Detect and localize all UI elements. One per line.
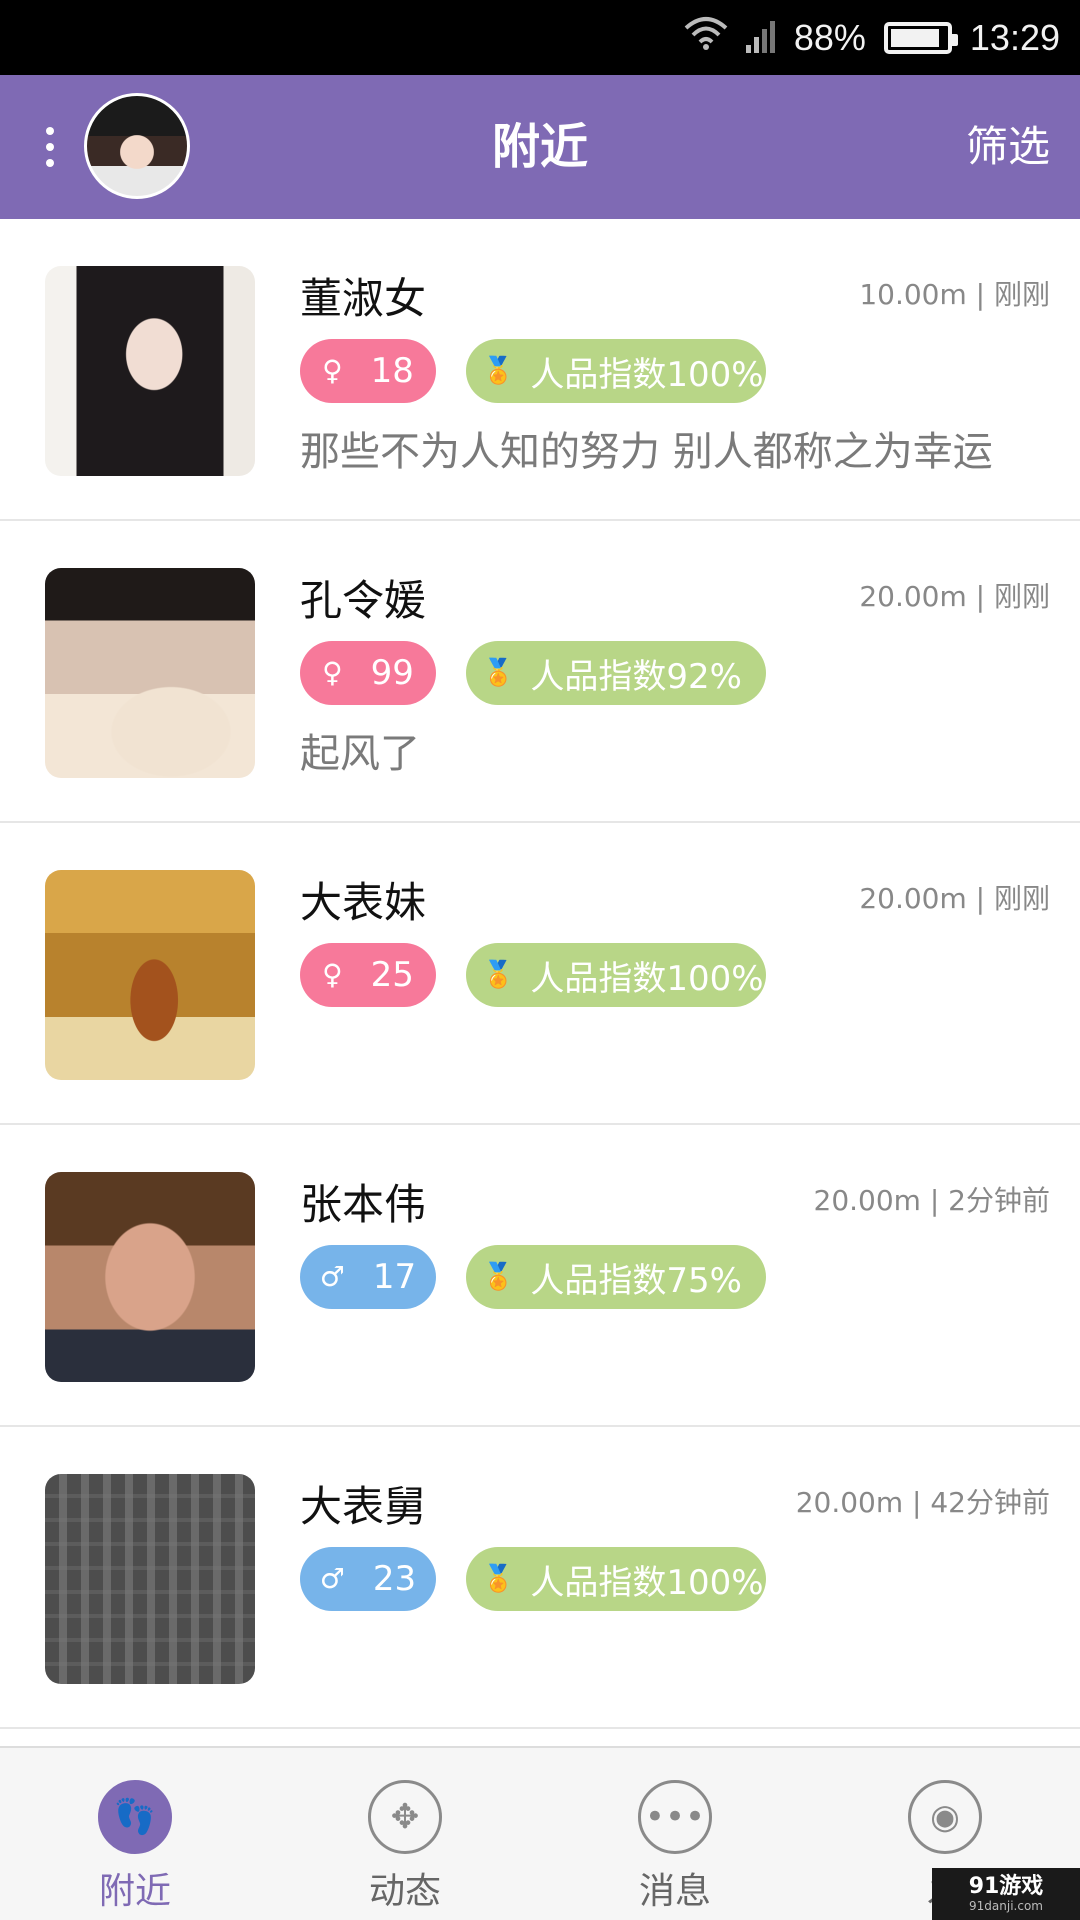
age-label: 25 xyxy=(370,955,414,995)
tab-label: 消息 xyxy=(638,1871,711,1912)
female-icon: ♀ xyxy=(322,354,343,387)
female-icon: ♀ xyxy=(322,958,343,991)
character-index-label: 人品指数100% xyxy=(530,958,764,999)
nearby-user-list: 董淑女 10.00m | 刚刚 ♀ 18 🏅 人品指数100% 那些不为人知的努… xyxy=(0,219,1080,1729)
user-name: 张本伟 xyxy=(300,1180,427,1229)
user-name: 孔令媛 xyxy=(300,576,427,625)
wifi-icon xyxy=(684,16,728,59)
user-row[interactable]: 张本伟 20.00m | 2分钟前 ♂ 17 🏅 人品指数75% xyxy=(0,1125,1080,1427)
filter-button[interactable]: 筛选 xyxy=(966,75,1050,219)
watermark-sub: 91danji.com xyxy=(969,1899,1043,1913)
distance-time: 10.00m | 刚刚 xyxy=(859,278,1050,311)
user-avatar[interactable] xyxy=(45,266,255,476)
tab-label: 附近 xyxy=(98,1871,171,1912)
user-row[interactable]: 大表舅 20.00m | 42分钟前 ♂ 23 🏅 人品指数100% xyxy=(0,1427,1080,1729)
distance-time: 20.00m | 42分钟前 xyxy=(795,1486,1050,1519)
watermark-main: 91游戏 xyxy=(968,1874,1044,1899)
age-label: 18 xyxy=(370,351,414,391)
age-label: 17 xyxy=(372,1257,417,1297)
gender-age-badge: ♀ 18 xyxy=(300,339,436,403)
distance-time: 20.00m | 刚刚 xyxy=(859,580,1050,613)
page-title: 附近 xyxy=(491,119,588,175)
app-header: 附近 筛选 xyxy=(0,75,1080,219)
medal-icon: 🏅 xyxy=(482,1564,515,1594)
character-index-badge: 🏅 人品指数100% xyxy=(466,339,766,403)
character-index-badge: 🏅 人品指数100% xyxy=(466,943,766,1007)
battery-percent: 88% xyxy=(793,16,866,58)
user-avatar[interactable] xyxy=(45,568,255,778)
user-row[interactable]: 董淑女 10.00m | 刚刚 ♀ 18 🏅 人品指数100% 那些不为人知的努… xyxy=(0,219,1080,521)
watermark-logo: 91游戏 91danji.com xyxy=(932,1868,1080,1920)
user-avatar[interactable] xyxy=(45,1474,255,1684)
age-label: 99 xyxy=(370,653,414,693)
female-icon: ♀ xyxy=(322,656,343,689)
character-index-label: 人品指数100% xyxy=(530,354,764,395)
male-icon: ♂ xyxy=(319,1260,345,1293)
bottom-nav: 👣 附近 ✥ 动态 ••• 消息 ◉ 发 xyxy=(0,1746,1080,1920)
clock: 13:29 xyxy=(969,16,1060,58)
medal-icon: 🏅 xyxy=(482,960,515,990)
character-index-badge: 🏅 人品指数100% xyxy=(466,1547,766,1611)
male-icon: ♂ xyxy=(319,1562,345,1595)
battery-icon xyxy=(883,21,958,54)
user-name: 大表舅 xyxy=(300,1482,427,1531)
gender-age-badge: ♀ 25 xyxy=(300,943,436,1007)
tab-messages[interactable]: ••• 消息 xyxy=(540,1748,810,1920)
pinwheel-icon[interactable]: ✥ xyxy=(368,1780,442,1854)
medal-icon: 🏅 xyxy=(482,1262,515,1292)
signal-icon xyxy=(745,19,776,57)
character-index-label: 人品指数92% xyxy=(530,656,742,697)
character-index-badge: 🏅 人品指数75% xyxy=(466,1245,766,1309)
user-avatar[interactable] xyxy=(45,1172,255,1382)
user-row[interactable]: 大表妹 20.00m | 刚刚 ♀ 25 🏅 人品指数100% xyxy=(0,823,1080,1125)
user-signature: 起风了 xyxy=(300,731,420,777)
age-label: 23 xyxy=(372,1559,417,1599)
distance-time: 20.00m | 2分钟前 xyxy=(813,1184,1050,1217)
chat-dots-icon[interactable]: ••• xyxy=(638,1780,712,1854)
medal-icon: 🏅 xyxy=(482,356,515,386)
tab-nearby[interactable]: 👣 附近 xyxy=(0,1748,270,1920)
character-index-label: 人品指数75% xyxy=(530,1260,742,1301)
user-name: 大表妹 xyxy=(300,878,427,927)
gender-age-badge: ♂ 17 xyxy=(300,1245,436,1309)
gender-age-badge: ♀ 99 xyxy=(300,641,436,705)
gender-age-badge: ♂ 23 xyxy=(300,1547,436,1611)
user-row[interactable]: 孔令媛 20.00m | 刚刚 ♀ 99 🏅 人品指数92% 起风了 xyxy=(0,521,1080,823)
character-index-badge: 🏅 人品指数92% xyxy=(466,641,766,705)
medal-icon: 🏅 xyxy=(482,658,515,688)
eye-icon[interactable]: ◉ xyxy=(908,1780,982,1854)
footprint-icon[interactable]: 👣 xyxy=(98,1780,172,1854)
user-signature: 那些不为人知的努力 别人都称之为幸运 xyxy=(300,429,993,475)
character-index-label: 人品指数100% xyxy=(530,1562,764,1603)
user-name: 董淑女 xyxy=(300,274,427,323)
tab-label: 动态 xyxy=(368,1871,441,1912)
user-avatar[interactable] xyxy=(45,870,255,1080)
tab-moments[interactable]: ✥ 动态 xyxy=(270,1748,540,1920)
status-bar: 88% 13:29 xyxy=(0,0,1080,75)
distance-time: 20.00m | 刚刚 xyxy=(859,882,1050,915)
